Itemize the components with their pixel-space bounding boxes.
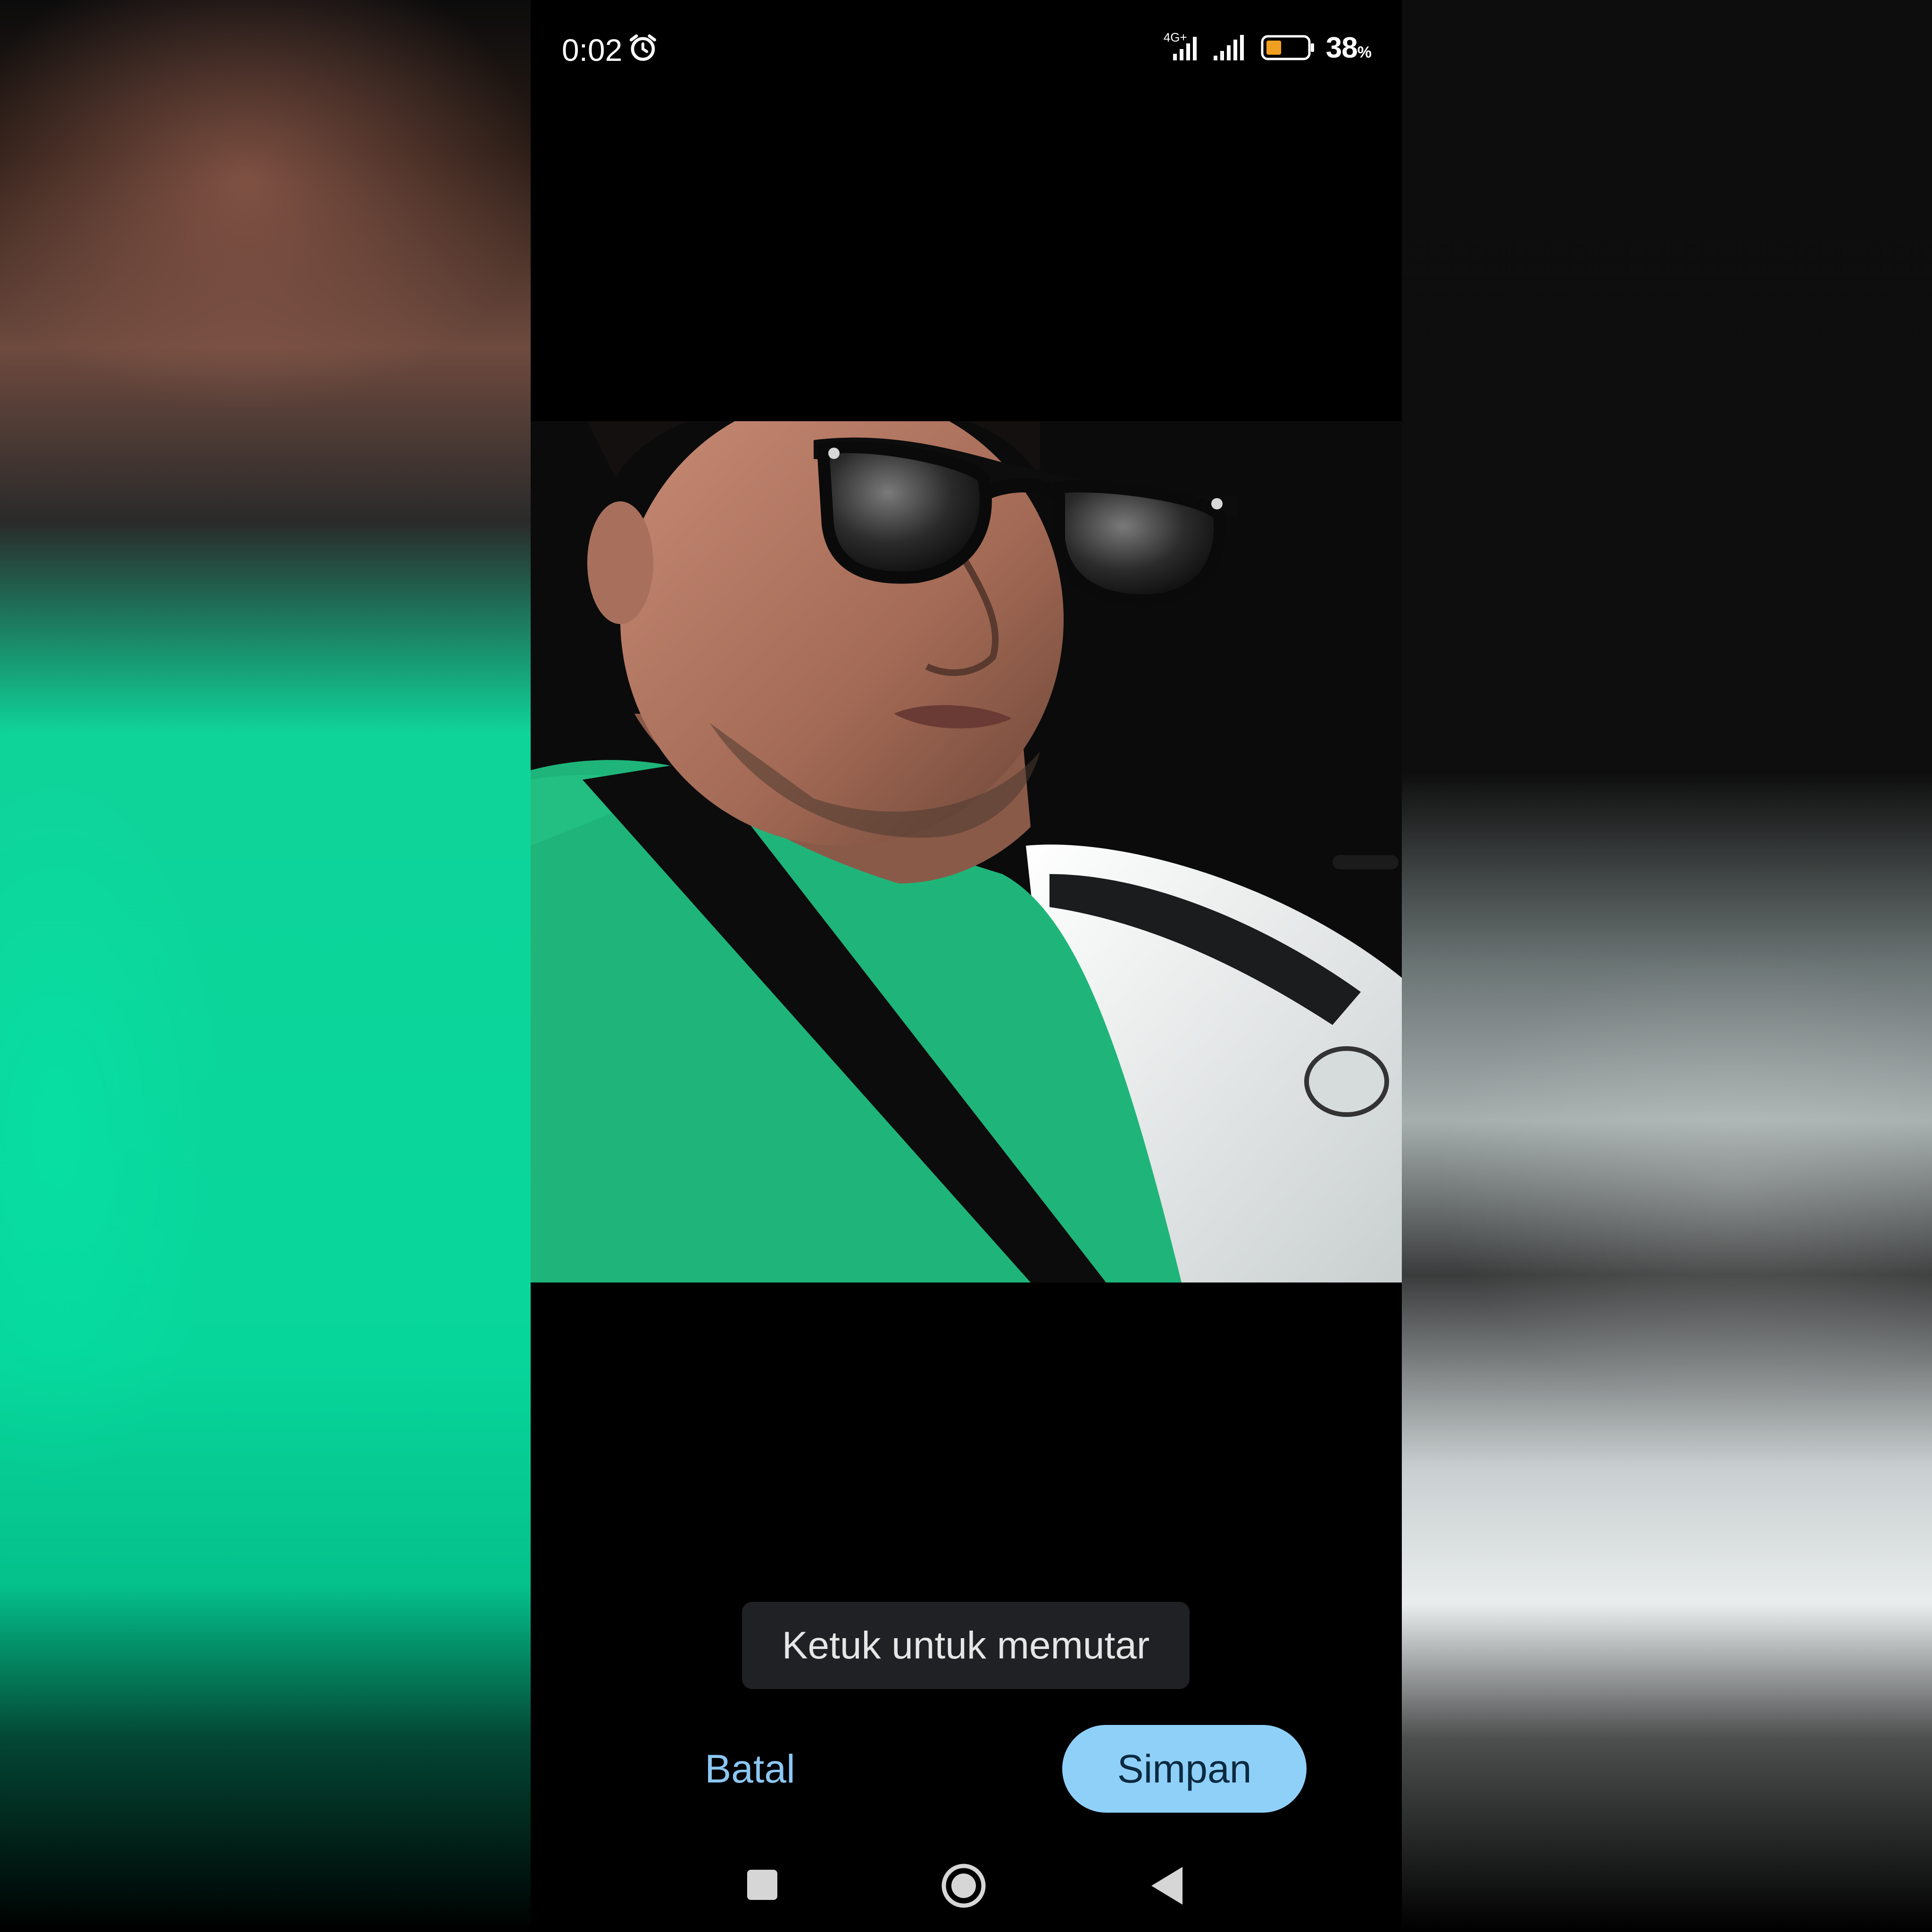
- blurred-background-right: [1402, 0, 1932, 1932]
- signal-bars-icon: [1212, 33, 1250, 62]
- battery-icon: [1261, 34, 1316, 61]
- signal-bars-icon: 4G+: [1163, 30, 1201, 62]
- phone-screen: 0:02 4G+ 38% Ketuk untuk memutar Batal S…: [531, 0, 1402, 1932]
- action-bar: Batal Simpan: [531, 1724, 1402, 1814]
- status-time: 0:02: [562, 33, 623, 67]
- battery-level: 38: [1325, 31, 1358, 64]
- circle-icon[interactable]: [941, 1863, 986, 1908]
- navigation-bar: [531, 1854, 1402, 1932]
- alarm-clock-icon: [629, 34, 657, 61]
- status-indicators: 4G+ 38%: [1163, 30, 1372, 64]
- triangle-back-icon[interactable]: [1149, 1865, 1185, 1907]
- toast-text: Ketuk untuk memutar: [782, 1624, 1150, 1667]
- cancel-button[interactable]: Batal: [672, 1724, 828, 1814]
- battery-percent-sign: %: [1357, 43, 1372, 61]
- edited-photo[interactable]: [531, 421, 1402, 1282]
- rotate-hint-toast: Ketuk untuk memutar: [742, 1602, 1190, 1689]
- blurred-background-left: [0, 0, 531, 1932]
- save-button[interactable]: Simpan: [1062, 1725, 1307, 1813]
- square-icon[interactable]: [745, 1868, 779, 1902]
- status-bar: 0:02 4G+ 38%: [531, 0, 1402, 94]
